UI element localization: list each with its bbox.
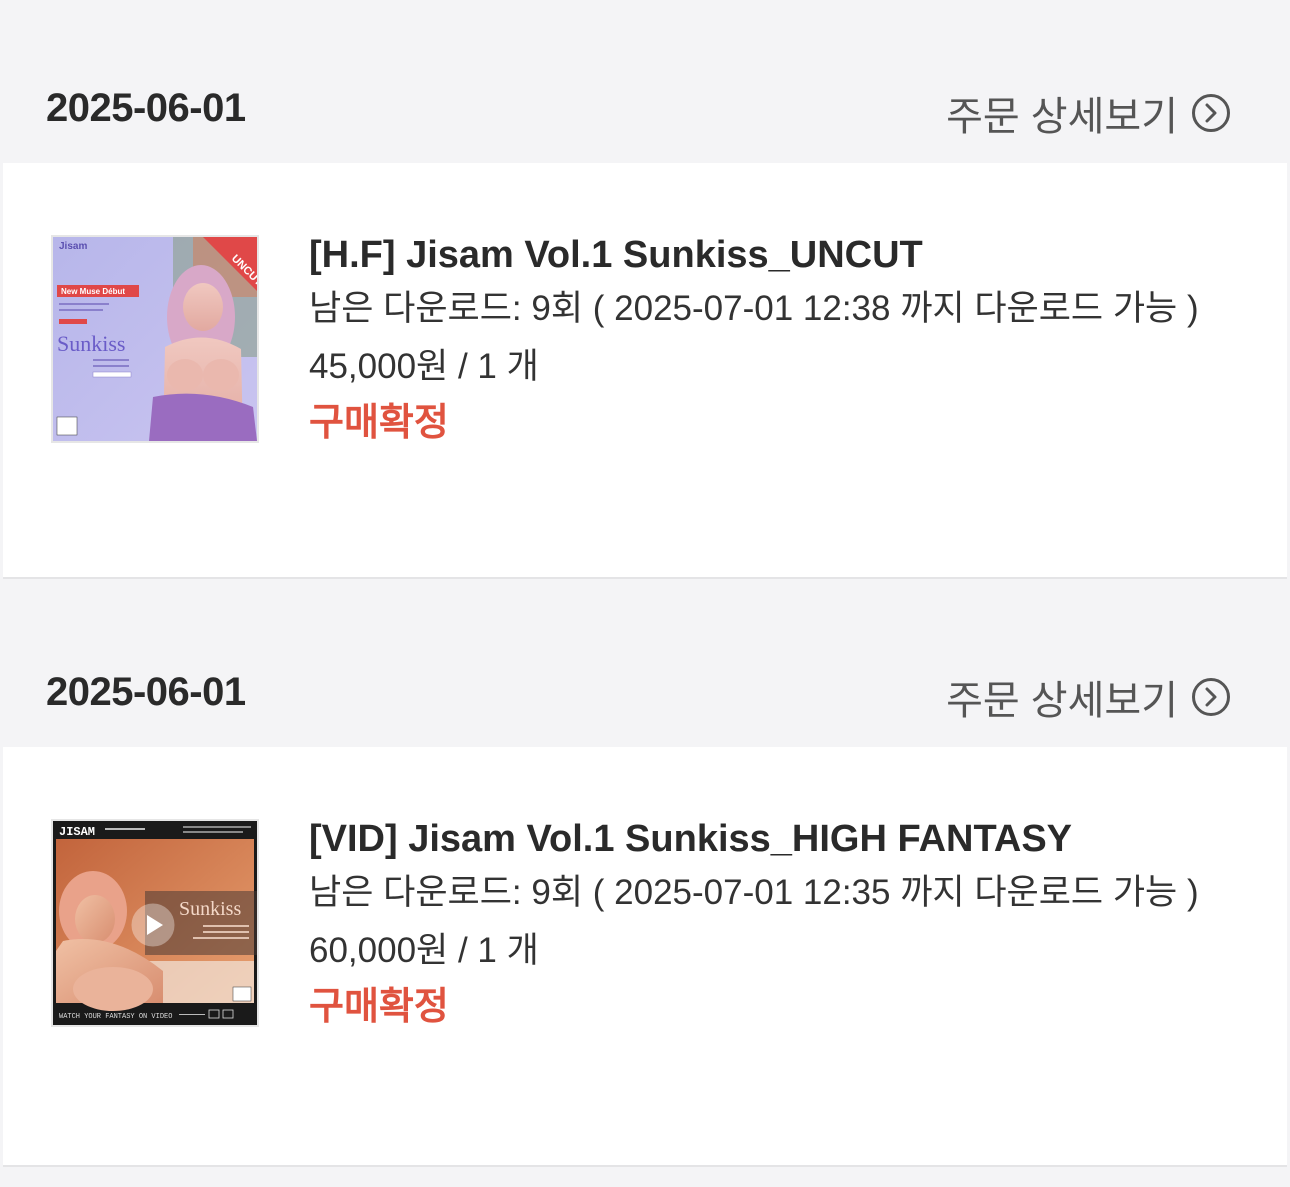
- thumb-brand: Jisam: [59, 241, 87, 252]
- product-thumbnail[interactable]: UNCUT Jisam New Muse Début Sunkiss: [51, 235, 259, 443]
- order-header: 2025-06-01 주문 상세보기: [0, 584, 1290, 747]
- status-badge: 구매확정: [309, 986, 449, 1028]
- product-title[interactable]: [VID] Jisam Vol.1 Sunkiss_HIGH FANTASY: [309, 817, 1199, 861]
- order-detail-label: 주문 상세보기: [946, 679, 1178, 723]
- order-header: 2025-06-01 주문 상세보기: [0, 0, 1290, 163]
- thumb-title: Sunkiss: [57, 331, 125, 356]
- price-quantity: 60,000원 / 1 개: [309, 931, 539, 970]
- chevron-right-circle-icon: [1192, 94, 1230, 132]
- product-info: [VID] Jisam Vol.1 Sunkiss_HIGH FANTASY 남…: [309, 817, 1199, 1029]
- order-group: 2025-06-01 주문 상세보기: [0, 584, 1290, 1167]
- order-group: 2025-06-01 주문 상세보기: [0, 0, 1290, 579]
- price-quantity: 45,000원 / 1 개: [309, 347, 539, 386]
- order-item-card[interactable]: Sunkiss JISAM WATCH YOUR FANTASY ON VIDE…: [3, 747, 1287, 1167]
- order-date: 2025-06-01: [46, 670, 246, 714]
- thumb-brand: JISAM: [59, 825, 95, 839]
- download-remaining: 남은 다운로드: 9회 ( 2025-07-01 12:35 까지 다운로드 가…: [309, 873, 1199, 912]
- order-date: 2025-06-01: [46, 86, 246, 130]
- product-thumbnail[interactable]: Sunkiss JISAM WATCH YOUR FANTASY ON VIDE…: [51, 819, 259, 1027]
- thumb-tagline: New Muse Début: [61, 287, 125, 296]
- product-title[interactable]: [H.F] Jisam Vol.1 Sunkiss_UNCUT: [309, 233, 1199, 277]
- thumb-footer: WATCH YOUR FANTASY ON VIDEO: [59, 1013, 172, 1021]
- download-remaining: 남은 다운로드: 9회 ( 2025-07-01 12:38 까지 다운로드 가…: [309, 289, 1199, 328]
- thumb-title: Sunkiss: [179, 898, 241, 920]
- order-item-card[interactable]: UNCUT Jisam New Muse Début Sunkiss [H.F]…: [3, 163, 1287, 579]
- status-badge: 구매확정: [309, 402, 449, 444]
- order-detail-link[interactable]: 주문 상세보기: [946, 668, 1230, 726]
- order-detail-label: 주문 상세보기: [946, 95, 1178, 139]
- product-info: [H.F] Jisam Vol.1 Sunkiss_UNCUT 남은 다운로드:…: [309, 233, 1199, 445]
- order-detail-link[interactable]: 주문 상세보기: [946, 84, 1230, 142]
- chevron-right-circle-icon: [1192, 678, 1230, 716]
